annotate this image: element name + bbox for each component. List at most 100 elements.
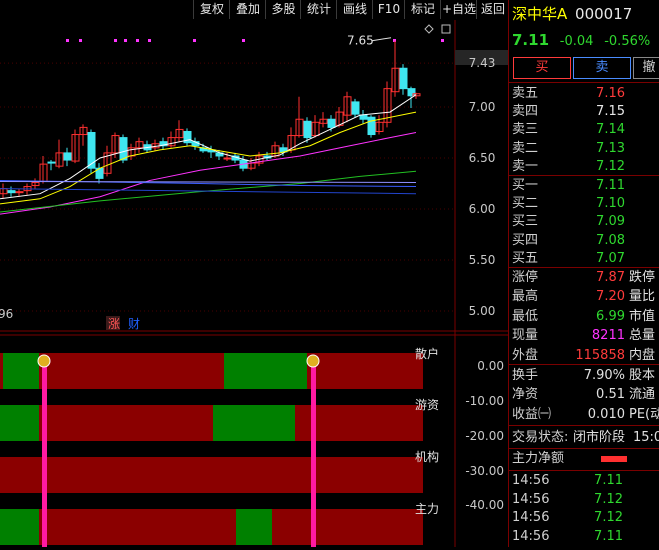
- tick-value: 7.12: [594, 510, 623, 525]
- candle-body: [367, 116, 376, 136]
- bid-value: 7.10: [596, 196, 625, 212]
- net-flow-row[interactable]: 主力净额: [509, 450, 659, 468]
- kline-chart-area[interactable]: 7.43 7.00 6.50 6.00 5.50 5.00 7.65 96 涨财散户 游资 机构 主力…: [0, 20, 508, 547]
- bid-label: 买五: [512, 250, 539, 266]
- toolbar-button-7[interactable]: +自选: [440, 0, 477, 19]
- quote-panel: 深中华A 000017 7.11 -0.04 -0.56% 买 卖 撤 卖五 7.…: [509, 0, 659, 547]
- flow-tick-label: 0.00: [477, 359, 504, 373]
- bid-value: 7.09: [596, 214, 625, 230]
- toolbar-button-8[interactable]: 返回: [476, 0, 509, 19]
- tick-row[interactable]: 14:56 7.11: [509, 472, 659, 490]
- ask-row[interactable]: 卖四 7.15: [509, 103, 659, 121]
- candle-body: [407, 88, 416, 97]
- trade-status: 交易状态: 闭市阶段 15:0: [509, 429, 659, 447]
- tick-row[interactable]: 14:56 7.12: [509, 491, 659, 509]
- marker-cai: 财: [128, 317, 140, 331]
- tick-label: 14:56: [512, 528, 550, 544]
- stat-label: 涨停: [512, 270, 539, 285]
- cancel-button[interactable]: 撤: [633, 57, 659, 79]
- stat-label: 最低: [512, 308, 539, 324]
- flow-bar-1: [213, 405, 295, 441]
- stat-row[interactable]: 净资 0.51 流通: [509, 386, 659, 404]
- ask-row[interactable]: 卖三 7.14: [509, 121, 659, 139]
- stat-label: 最高: [512, 289, 539, 305]
- money-bag-icon: [306, 354, 320, 368]
- price-tick-label: 6.50: [469, 151, 496, 165]
- stat-value: 0.51: [596, 387, 625, 403]
- bid-row[interactable]: 买五 7.07: [509, 250, 659, 268]
- flow-bar-3: [236, 509, 272, 545]
- stat-label2: 总量: [629, 328, 656, 344]
- diamond-icon[interactable]: [424, 24, 434, 34]
- event-dot: [114, 39, 117, 42]
- candle-body: [7, 190, 16, 194]
- bid-row[interactable]: 买一 7.11: [509, 177, 659, 195]
- ask-row[interactable]: 卖一 7.12: [509, 158, 659, 176]
- tick-value: 7.11: [594, 473, 623, 488]
- toolbar-button-6[interactable]: 标记: [404, 0, 441, 19]
- stat-row[interactable]: 外盘 115858 内盘: [509, 347, 659, 365]
- stat-label: 净资: [512, 387, 539, 403]
- toolbar-button-0[interactable]: 复权: [193, 0, 230, 19]
- price-tick-label: 7.43: [469, 56, 496, 70]
- chart-toolbar: 复权 叠加 多股 统计 画线 F10 标记 +自选 返回: [0, 0, 508, 20]
- stat-row[interactable]: 现量 8211 总量: [509, 327, 659, 345]
- trade-status-value: 闭市阶段: [573, 430, 626, 445]
- bid-row[interactable]: 买二 7.10: [509, 195, 659, 213]
- ma60-line: [0, 170, 417, 213]
- ask-label: 卖五: [512, 86, 539, 101]
- stat-row[interactable]: 最低 6.99 市值: [509, 308, 659, 326]
- toolbar-button-3[interactable]: 统计: [300, 0, 337, 19]
- stat-row[interactable]: 涨停 7.87 跌停: [509, 269, 659, 287]
- candle-body: [359, 114, 368, 120]
- flow-row-label: 机构: [415, 449, 439, 464]
- bid-label: 买一: [512, 178, 539, 193]
- tick-row[interactable]: 14:56 7.12: [509, 509, 659, 527]
- stat-row[interactable]: 最高 7.20 量比: [509, 288, 659, 306]
- stock-code: 000017: [575, 5, 633, 23]
- bid-label: 买二: [512, 196, 539, 212]
- window-icon[interactable]: [441, 24, 451, 34]
- stat-value: 7.20: [596, 289, 625, 305]
- stat-label: 外盘: [512, 347, 539, 363]
- candle-body: [47, 161, 56, 164]
- money-bag-icon: [37, 354, 51, 368]
- ask-row[interactable]: 卖五 7.16: [509, 85, 659, 103]
- separator: [509, 82, 659, 83]
- event-dot: [79, 39, 82, 42]
- stat-label2: 市值: [629, 308, 656, 324]
- event-dot: [441, 39, 444, 42]
- ask-row[interactable]: 卖二 7.13: [509, 140, 659, 158]
- toolbar-button-4[interactable]: 画线: [336, 0, 373, 19]
- tick-row[interactable]: 14:56 7.11: [509, 528, 659, 546]
- flow-bar-2: [0, 457, 423, 493]
- stat-label2: PE(动: [629, 406, 659, 422]
- stat-row[interactable]: 换手 7.90% 股本: [509, 367, 659, 385]
- flow-bar-3: [272, 509, 423, 545]
- buy-button[interactable]: 买: [513, 57, 571, 79]
- flow-bar-0: [3, 353, 39, 389]
- ask-label: 卖二: [512, 140, 539, 156]
- stat-row[interactable]: 收益㈠ 0.010 PE(动: [509, 406, 659, 424]
- toolbar-button-2[interactable]: 多股: [265, 0, 301, 19]
- bid-row[interactable]: 买三 7.09: [509, 213, 659, 231]
- kline-chart[interactable]: 7.43 7.00 6.50 6.00 5.50 5.00 7.65 96 涨 财散户游资机构主力…: [0, 20, 508, 547]
- stat-value: 0.010: [587, 406, 625, 422]
- separator: [509, 175, 659, 176]
- flow-row-label: 主力: [415, 502, 439, 516]
- tick-value: 7.12: [594, 491, 623, 507]
- stock-name: 深中华A: [512, 5, 568, 23]
- price-tick-label: 7.00: [469, 100, 496, 114]
- bid-row[interactable]: 买四 7.08: [509, 232, 659, 250]
- sell-button[interactable]: 卖: [573, 57, 631, 79]
- ask-value: 7.15: [596, 104, 625, 120]
- price-tick-label: 6.00: [469, 202, 496, 216]
- toolbar-button-1[interactable]: 叠加: [229, 0, 266, 19]
- event-dot: [124, 39, 127, 42]
- separator: [509, 425, 659, 426]
- toolbar-button-5[interactable]: F10: [372, 0, 405, 19]
- flow-bar-0: [39, 353, 224, 389]
- trade-status-time: 15:0: [633, 430, 659, 445]
- stat-value: 7.87: [596, 270, 625, 285]
- tick-label: 14:56: [512, 510, 550, 525]
